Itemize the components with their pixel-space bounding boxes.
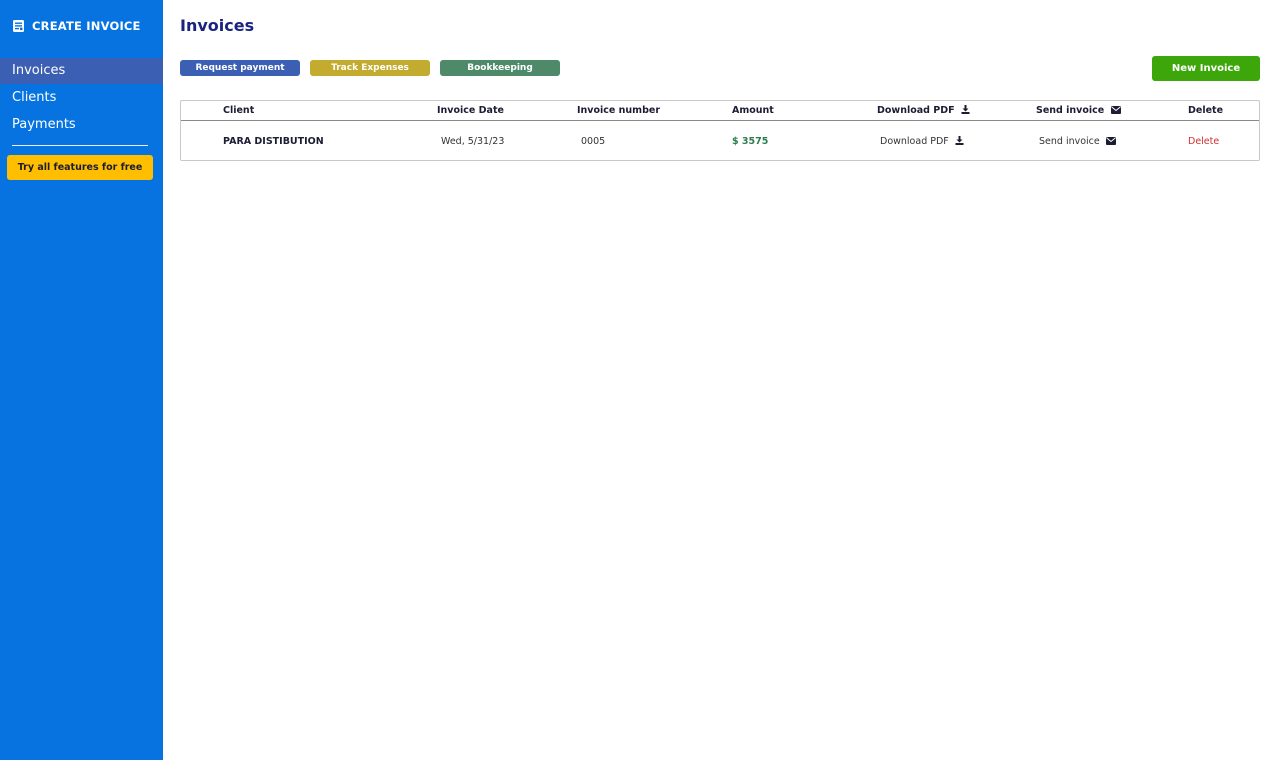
row-download-pdf-button[interactable]: Download PDF <box>880 136 964 147</box>
row-send-invoice-label: Send invoice <box>1039 136 1100 147</box>
sidebar-item-invoices[interactable]: Invoices <box>0 58 163 84</box>
brand-label: CREATE INVOICE <box>32 19 141 33</box>
header-invoice-number: Invoice number <box>577 105 661 116</box>
download-icon <box>961 105 970 114</box>
row-download-pdf-label: Download PDF <box>880 136 949 147</box>
request-payment-button[interactable]: Request payment <box>180 60 300 76</box>
try-features-button[interactable]: Try all features for free <box>7 155 153 180</box>
new-invoice-button[interactable]: New Invoice <box>1152 56 1260 81</box>
brand[interactable]: CREATE INVOICE <box>12 17 141 35</box>
header-download-pdf: Download PDF <box>877 105 970 116</box>
row-invoice-date: Wed, 5/31/23 <box>441 136 505 147</box>
header-client: Client <box>223 105 255 116</box>
header-send-invoice: Send invoice <box>1036 105 1121 116</box>
row-delete-button[interactable]: Delete <box>1188 136 1219 147</box>
sidebar-item-payments[interactable]: Payments <box>0 111 163 138</box>
page-title: Invoices <box>180 16 255 35</box>
header-invoice-date: Invoice Date <box>437 105 504 116</box>
row-client: PARA DISTIBUTION <box>223 136 324 147</box>
sidebar: CREATE INVOICE Invoices Clients Payments… <box>0 0 163 760</box>
envelope-icon <box>1110 106 1121 114</box>
main-content: Invoices Request payment Track Expenses … <box>163 0 1270 760</box>
envelope-icon <box>1105 137 1116 145</box>
header-amount: Amount <box>732 105 774 116</box>
table-header: Client Invoice Date Invoice number Amoun… <box>181 101 1259 121</box>
header-delete: Delete <box>1188 105 1224 116</box>
header-download-pdf-label: Download PDF <box>877 105 955 116</box>
sidebar-nav: Invoices Clients Payments <box>0 58 163 138</box>
invoice-icon <box>13 20 24 32</box>
track-expenses-button[interactable]: Track Expenses <box>310 60 430 76</box>
bookkeeping-button[interactable]: Bookkeeping <box>440 60 560 76</box>
row-amount: $ 3575 <box>732 136 769 147</box>
invoices-table: Client Invoice Date Invoice number Amoun… <box>180 100 1260 161</box>
row-send-invoice-button[interactable]: Send invoice <box>1039 136 1116 147</box>
row-invoice-number: 0005 <box>581 136 606 147</box>
sidebar-item-clients[interactable]: Clients <box>0 84 163 111</box>
sidebar-divider <box>12 145 148 146</box>
download-icon <box>955 136 964 145</box>
header-send-invoice-label: Send invoice <box>1036 105 1105 116</box>
